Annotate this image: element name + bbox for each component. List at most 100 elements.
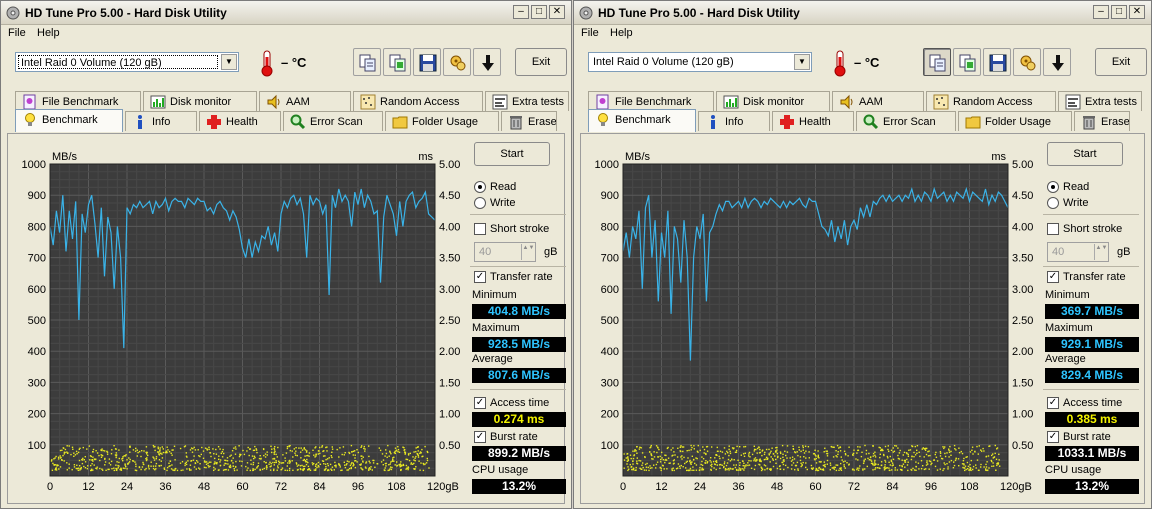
tab-benchmark[interactable]: Benchmark xyxy=(15,109,123,132)
access-time-point xyxy=(967,468,969,470)
exit-button[interactable]: Exit xyxy=(1095,48,1147,76)
copy-info-button[interactable] xyxy=(923,48,951,76)
access-time-point xyxy=(384,467,386,469)
tab-folder-usage[interactable]: Folder Usage xyxy=(385,111,499,131)
access-time-point xyxy=(221,451,223,453)
access-time-point xyxy=(109,464,112,466)
read-radio[interactable] xyxy=(474,181,486,193)
close-button[interactable]: ✕ xyxy=(1129,5,1145,19)
access-time-point xyxy=(96,452,99,454)
maximize-button[interactable]: □ xyxy=(1111,5,1127,19)
menu-file[interactable]: File xyxy=(8,27,26,39)
burst-rate-checkbox[interactable]: ✓ xyxy=(474,431,486,443)
access-time-point xyxy=(890,459,892,461)
title-bar[interactable]: HD Tune Pro 5.00 - Hard Disk Utility – □ ✕ xyxy=(574,1,1151,25)
access-time-point xyxy=(224,469,226,471)
save-button[interactable] xyxy=(983,48,1011,76)
tab-info[interactable]: Info xyxy=(698,111,770,131)
tab-health[interactable]: Health xyxy=(772,111,854,131)
access-time-point xyxy=(102,449,104,452)
access-time-point xyxy=(729,450,731,453)
access-time-point xyxy=(772,459,774,461)
access-time-point xyxy=(695,464,698,466)
copy-info-button[interactable] xyxy=(353,48,381,76)
transfer-rate-checkbox[interactable]: ✓ xyxy=(474,271,486,283)
menu-file[interactable]: File xyxy=(581,27,599,39)
tab-random-access[interactable]: Random Access xyxy=(926,91,1056,111)
menu-help[interactable]: Help xyxy=(37,27,60,39)
tab-extra-tests[interactable]: Extra tests xyxy=(1058,91,1142,111)
tab-file-benchmark[interactable]: File Benchmark xyxy=(588,91,714,111)
access-time-point xyxy=(759,448,761,451)
exit-button[interactable]: Exit xyxy=(515,48,567,76)
write-radio[interactable] xyxy=(474,197,486,209)
access-time-point xyxy=(407,468,409,471)
tab-error-scan[interactable]: Error Scan xyxy=(283,111,383,131)
spinner-arrows-icon[interactable]: ▲▼ xyxy=(1094,244,1108,260)
access-time-point xyxy=(963,457,965,460)
access-time-point xyxy=(724,469,727,471)
tab-row-top: File Benchmark Disk monitor AAM Random Acce… xyxy=(588,91,1145,111)
access-time-point xyxy=(649,451,651,453)
access-time-point xyxy=(302,465,305,468)
access-time-point xyxy=(985,463,987,466)
close-button[interactable]: ✕ xyxy=(549,5,565,19)
access-time-point xyxy=(727,458,730,461)
access-time-point xyxy=(382,464,384,466)
access-time-point xyxy=(779,468,782,470)
write-radio[interactable] xyxy=(1047,197,1059,209)
access-time-point xyxy=(410,462,413,464)
start-button[interactable]: Start xyxy=(474,142,550,166)
spinner-arrows-icon[interactable]: ▲▼ xyxy=(521,244,535,260)
tab-random-access[interactable]: Random Access xyxy=(353,91,483,111)
access-time-point xyxy=(879,456,881,459)
drive-select[interactable]: Intel Raid 0 Volume (120 gB) ▼ xyxy=(588,52,812,72)
save-button[interactable] xyxy=(413,48,441,76)
tab-info[interactable]: Info xyxy=(125,111,197,131)
tab-benchmark[interactable]: Benchmark xyxy=(588,109,696,132)
tab-aam[interactable]: AAM xyxy=(259,91,351,111)
menu-help[interactable]: Help xyxy=(610,27,633,39)
tab-erase[interactable]: Erase xyxy=(1074,111,1130,131)
short-stroke-checkbox[interactable] xyxy=(474,223,486,235)
minimize-button[interactable]: – xyxy=(513,5,529,19)
copy-all-button[interactable] xyxy=(383,48,411,76)
burst-rate-checkbox[interactable]: ✓ xyxy=(1047,431,1059,443)
start-button[interactable]: Start xyxy=(1047,142,1123,166)
dropdown-arrow-icon[interactable]: ▼ xyxy=(794,54,810,70)
title-bar[interactable]: HD Tune Pro 5.00 - Hard Disk Utility – □ ✕ xyxy=(1,1,571,25)
access-time-point xyxy=(645,469,647,471)
drive-select[interactable]: Intel Raid 0 Volume (120 gB) ▼ xyxy=(15,52,239,72)
access-time-point xyxy=(104,464,106,466)
access-time-checkbox[interactable]: ✓ xyxy=(474,397,486,409)
copy-all-button[interactable] xyxy=(953,48,981,76)
options-button[interactable] xyxy=(1013,48,1041,76)
options-button[interactable] xyxy=(443,48,471,76)
read-radio[interactable] xyxy=(1047,181,1059,193)
dropdown-arrow-icon[interactable]: ▼ xyxy=(221,54,237,70)
access-time-point xyxy=(744,445,747,448)
access-time-point xyxy=(329,463,332,466)
tab-disk-monitor[interactable]: Disk monitor xyxy=(143,91,257,111)
x-tick-label: 108 xyxy=(387,481,405,493)
tab-health[interactable]: Health xyxy=(199,111,281,131)
transfer-rate-checkbox[interactable]: ✓ xyxy=(1047,271,1059,283)
tab-extra-tests[interactable]: Extra tests xyxy=(485,91,569,111)
tab-disk-monitor[interactable]: Disk monitor xyxy=(716,91,830,111)
minimize-button[interactable]: – xyxy=(1093,5,1109,19)
tab-label: Folder Usage xyxy=(985,116,1052,128)
download-arrow-button[interactable] xyxy=(1043,48,1071,76)
maximize-button[interactable]: □ xyxy=(531,5,547,19)
access-time-point xyxy=(859,446,861,448)
tab-aam[interactable]: AAM xyxy=(832,91,924,111)
access-time-point xyxy=(240,465,243,467)
access-time-point xyxy=(812,453,815,455)
tab-folder-usage[interactable]: Folder Usage xyxy=(958,111,1072,131)
access-time-checkbox[interactable]: ✓ xyxy=(1047,397,1059,409)
tab-erase[interactable]: Erase xyxy=(501,111,557,131)
short-stroke-checkbox[interactable] xyxy=(1047,223,1059,235)
tab-file-benchmark[interactable]: File Benchmark xyxy=(15,91,141,111)
download-arrow-button[interactable] xyxy=(473,48,501,76)
access-time-point xyxy=(671,468,673,470)
tab-error-scan[interactable]: Error Scan xyxy=(856,111,956,131)
